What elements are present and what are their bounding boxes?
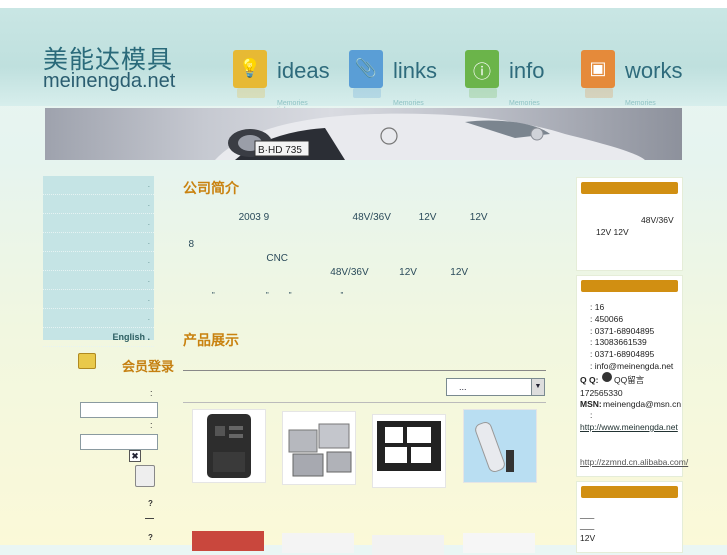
login-title: 会员登录: [122, 359, 175, 374]
site-header: 美能达模具 meinengda.net 💡 ideas Memories tic…: [0, 8, 727, 114]
contact-email[interactable]: : info@meinengda.net: [590, 361, 673, 371]
sidebar-item[interactable]: .: [43, 309, 154, 328]
logo-domain[interactable]: meinengda.net: [43, 70, 175, 93]
sidebar-item[interactable]: .: [43, 290, 154, 309]
register-link[interactable]: [145, 518, 154, 519]
category-select-value: ...: [459, 382, 467, 392]
contact-header: [581, 280, 678, 292]
qq-number: 172565330: [580, 388, 623, 398]
msn-value: meinengda@msn.cn: [603, 399, 682, 409]
contact-phone: : 0371-68904895: [590, 326, 655, 336]
product-thumb[interactable]: [463, 533, 535, 553]
news-text: 48V/36V: [641, 215, 674, 225]
product-thumb[interactable]: [372, 414, 446, 488]
about-text-line: " " " ": [183, 291, 344, 300]
product-thumb[interactable]: [282, 533, 354, 553]
nav-info-label: info: [509, 58, 545, 83]
nav-works-sub: Memories: [625, 100, 656, 107]
car-image: B·HD 735: [215, 113, 645, 160]
password-input[interactable]: [80, 434, 158, 450]
links-item[interactable]: 12V: [580, 533, 595, 543]
license-plate: B·HD 735: [258, 145, 302, 156]
category-select[interactable]: ... ▼: [446, 378, 545, 396]
username-label: :: [150, 388, 153, 398]
sidebar-item[interactable]: .: [43, 252, 154, 271]
contact-fax: : 0371-68904895: [590, 349, 655, 359]
product-thumb[interactable]: [372, 535, 444, 555]
nav-info-sub: Memories: [509, 100, 540, 107]
website-link[interactable]: http://www.meinengda.net: [580, 422, 678, 432]
product-thumb[interactable]: [463, 409, 537, 483]
info-icon: ⓘ: [465, 50, 499, 98]
msn-label: MSN:: [580, 399, 602, 409]
right-box-header: [581, 182, 678, 194]
contact-mobile: : 13083661539: [590, 337, 647, 347]
qq-message-link[interactable]: QQ留言: [614, 374, 644, 386]
about-title: 公司简介: [183, 180, 239, 196]
left-sidebar-menu: . . . . . . . . English .: [43, 176, 154, 347]
picture-icon: ▣: [581, 50, 615, 98]
qq-icon: [602, 372, 612, 382]
qq-label: Q Q:: [580, 375, 599, 385]
website-colon: :: [590, 410, 593, 420]
chevron-down-icon[interactable]: ▼: [531, 379, 544, 395]
products-title: 产品展示: [183, 332, 239, 348]
nav-ideas-label: ideas: [277, 58, 330, 83]
remember-checkbox[interactable]: ✖: [129, 450, 141, 462]
nav-links-sub: Memories: [393, 100, 424, 107]
member-icon: [78, 353, 96, 369]
sidebar-item-english[interactable]: English .: [43, 328, 154, 347]
sidebar-item[interactable]: .: [43, 271, 154, 290]
links-header: [581, 486, 678, 498]
product-thumb[interactable]: [192, 531, 264, 551]
car-banner: B·HD 735: [45, 108, 682, 160]
nav-works-label: works: [625, 58, 683, 83]
product-thumb[interactable]: [282, 411, 356, 485]
about-text-line: 8: [183, 239, 195, 250]
forgot-password-link[interactable]: ?: [148, 499, 153, 508]
paperclip-icon: 📎: [349, 50, 383, 98]
links-item[interactable]: ___: [580, 509, 594, 519]
sidebar-item[interactable]: .: [43, 214, 154, 233]
alibaba-link[interactable]: http://zzmnd.cn.alibaba.com/: [580, 457, 688, 467]
contact-postcode: : 450066: [590, 314, 624, 324]
sidebar-item[interactable]: .: [43, 195, 154, 214]
sidebar-item[interactable]: .: [43, 233, 154, 252]
product-thumb[interactable]: [192, 409, 266, 483]
sidebar-item[interactable]: .: [43, 176, 154, 195]
password-label: :: [150, 420, 153, 430]
help-link[interactable]: ?: [148, 533, 153, 542]
contact-address: : 16: [590, 302, 605, 312]
lightbulb-icon: 💡: [233, 50, 267, 98]
nav-links-label: links: [393, 58, 438, 83]
about-text-line: 48V/36V 12V 12V: [183, 267, 469, 278]
about-text-line: 2003 9 48V/36V 12V 12V: [183, 212, 488, 223]
products-divider-2: [183, 402, 546, 403]
login-button[interactable]: [135, 465, 155, 487]
about-text-line: CNC: [183, 253, 289, 264]
news-text: 12V 12V: [596, 227, 629, 237]
top-strip: [0, 0, 727, 8]
links-item[interactable]: ___: [580, 520, 594, 530]
products-divider: [183, 370, 546, 371]
username-input[interactable]: [80, 402, 158, 418]
